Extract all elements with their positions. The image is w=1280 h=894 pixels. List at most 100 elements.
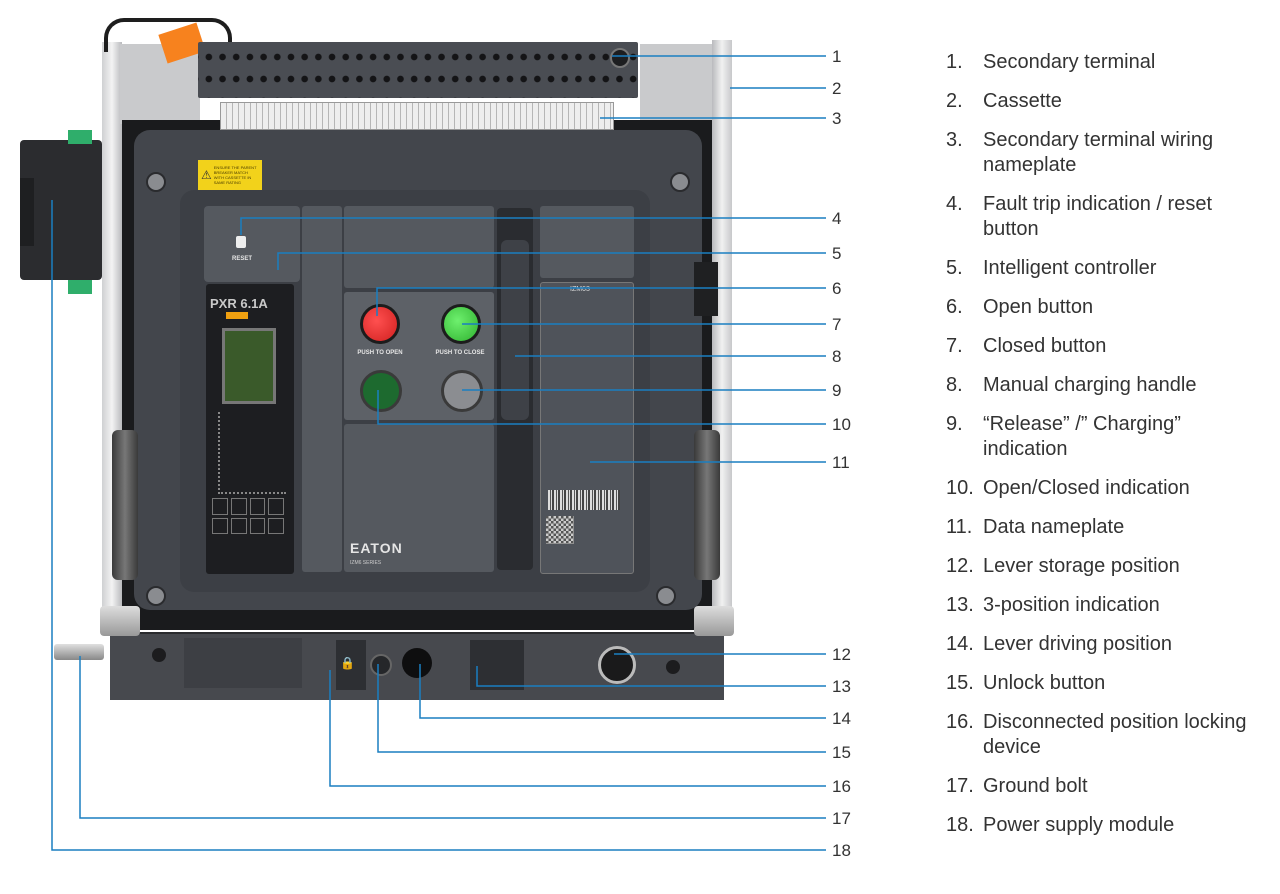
open-closed-indicator (360, 370, 402, 412)
green-connector-bottom (68, 280, 92, 294)
warning-text: ENSURE THE PARENT BREAKER MATCH WITH CAS… (213, 165, 257, 185)
callout-11: 11 (832, 453, 850, 472)
legend-item: 15. Unlock button (946, 671, 1266, 696)
legend-text: Unlock button (983, 672, 1106, 694)
reset-button[interactable] (236, 236, 246, 248)
reset-panel (204, 206, 300, 282)
ground-bolt[interactable] (54, 644, 104, 660)
unlock-button[interactable] (370, 654, 392, 676)
legend-text: Intelligent controller (983, 257, 1157, 279)
wiring-nameplate (220, 102, 614, 130)
legend-item: 14. Lever driving position (946, 632, 1266, 657)
legend-text: Ground bolt (983, 775, 1088, 797)
base-screw (152, 648, 166, 662)
warning-icon: ⚠ (201, 168, 212, 182)
legend-number: 9. (946, 413, 963, 435)
legend-number: 14. (946, 633, 974, 655)
legend-number: 18. (946, 814, 974, 836)
power-supply-tab (20, 178, 34, 246)
callout-9: 9 (832, 381, 842, 400)
close-button[interactable] (441, 304, 481, 344)
controller-curve (218, 412, 286, 494)
legend-text: Fault trip indication / reset button (983, 193, 1212, 240)
legend-item: 5. Intelligent controller (946, 256, 1266, 281)
legend-item: 4. Fault trip indication / reset button (946, 192, 1266, 242)
legend-number: 12. (946, 555, 974, 577)
legend: 1. Secondary terminal 2. Cassette 3. Secondar… (946, 50, 1266, 852)
legend-number: 5. (946, 257, 963, 279)
legend-item: 13. 3-position indication (946, 593, 1266, 618)
nameplate-barcode (548, 490, 620, 510)
legend-item: 1. Secondary terminal (946, 50, 1266, 75)
legend-number: 11. (946, 516, 973, 538)
legend-item: 7. Closed button (946, 334, 1266, 359)
legend-item: 3. Secondary terminal wiring nameplate (946, 128, 1266, 178)
legend-text: Data nameplate (983, 516, 1125, 538)
legend-text: 3-position indication (983, 594, 1160, 616)
lever-storage[interactable] (598, 646, 636, 684)
callout-7: 7 (832, 315, 842, 334)
base-hinge-left (100, 606, 140, 636)
series-label: IZM6 SERIES (350, 560, 382, 566)
callout-1: 1 (832, 47, 842, 66)
legend-item: 6. Open button (946, 295, 1266, 320)
legend-number: 1. (946, 51, 963, 73)
legend-item: 12. Lever storage position (946, 554, 1266, 579)
green-connector-top (68, 130, 92, 144)
controller-model: PXR 6.1A (210, 296, 268, 311)
nameplate-title: IZM63 (570, 286, 590, 293)
open-button[interactable] (360, 304, 400, 344)
body-screw (670, 172, 690, 192)
callout-10: 10 (832, 415, 851, 434)
body-screw (146, 586, 166, 606)
base-screw (666, 660, 680, 674)
lever-driving-hole[interactable] (402, 648, 432, 678)
handle-grip[interactable] (501, 240, 529, 420)
legend-text: Secondary terminal wiring nameplate (983, 129, 1214, 176)
legend-number: 7. (946, 335, 963, 357)
warning-label: ⚠ ENSURE THE PARENT BREAKER MATCH WITH C… (198, 160, 262, 190)
callout-14: 14 (832, 709, 851, 728)
legend-text: Lever driving position (983, 633, 1172, 655)
legend-item: 10. Open/Closed indication (946, 476, 1266, 501)
legend-number: 17. (946, 775, 974, 797)
legend-number: 3. (946, 129, 963, 151)
release-charging-indicator (441, 370, 483, 412)
legend-item: 2. Cassette (946, 89, 1266, 114)
legend-text: Lever storage position (983, 555, 1180, 577)
push-to-close-label: PUSH TO CLOSE (435, 350, 485, 356)
base-slot-left (184, 638, 302, 688)
legend-item: 18. Power supply module (946, 813, 1266, 838)
cover-strip (302, 206, 342, 572)
callout-6: 6 (832, 279, 842, 298)
legend-item: 9. “Release” /” Charging” indication (946, 412, 1266, 462)
legend-number: 16. (946, 711, 974, 733)
body-screw (656, 586, 676, 606)
legend-number: 4. (946, 193, 963, 215)
nameplate-top-panel (540, 206, 634, 278)
side-bracket-left (112, 430, 138, 580)
side-latch-right (694, 262, 718, 316)
legend-text: Cassette (983, 90, 1062, 112)
legend-number: 10. (946, 477, 974, 499)
callout-13: 13 (832, 677, 851, 696)
legend-text: “Release” /” Charging” indication (983, 413, 1181, 460)
controller-keypad[interactable] (212, 498, 284, 534)
nameplate-qr (546, 516, 574, 544)
callout-12: 12 (832, 645, 851, 664)
legend-text: Disconnected position locking device (983, 711, 1247, 758)
legend-text: Power supply module (983, 814, 1175, 836)
secondary-terminal (198, 42, 638, 98)
callout-17: 17 (832, 809, 851, 828)
controller-lcd (222, 328, 276, 404)
callout-8: 8 (832, 347, 842, 366)
cassette-corner-right (640, 44, 712, 124)
reset-label: RESET (231, 256, 252, 262)
controller-badge (226, 312, 248, 319)
legend-item: 8. Manual charging handle (946, 373, 1266, 398)
callout-5: 5 (832, 244, 842, 263)
legend-text: Manual charging handle (983, 374, 1197, 396)
body-screw (146, 172, 166, 192)
legend-item: 17. Ground bolt (946, 774, 1266, 799)
three-position-indicator (470, 640, 524, 690)
